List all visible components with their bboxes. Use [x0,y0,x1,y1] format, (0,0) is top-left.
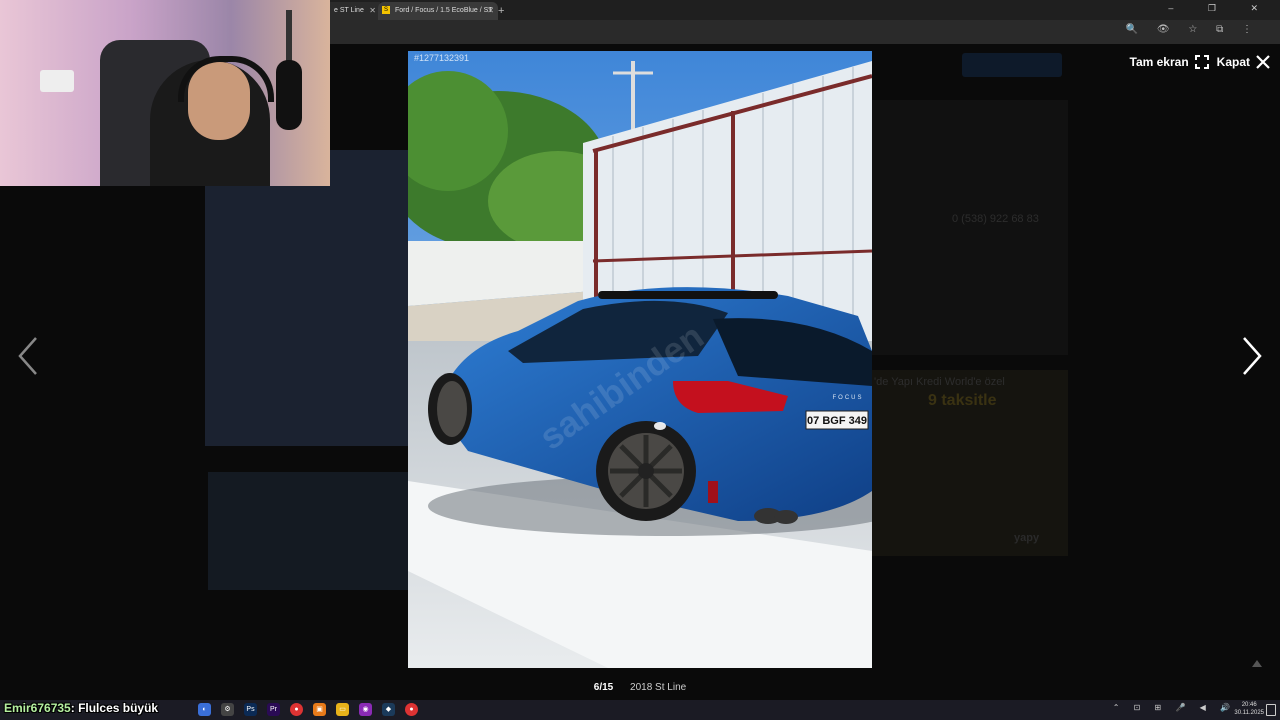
app-icon[interactable]: ▣ [313,703,326,716]
photoshop-icon[interactable]: Ps [244,703,257,716]
dimmed-ad-line: 'de Yapı Kredi World'e özel [874,376,1005,388]
viewer-top-actions: Tam ekran Kapat [1130,53,1270,71]
dimmed-phone-number: 0 (538) 922 68 83 [952,213,1039,225]
copilot-icon[interactable]: ◐ [198,703,211,716]
dimmed-seller-panel: 0 (538) 922 68 83 [872,100,1068,355]
stream-chat-message: Emir676735: Flulces büyük [4,701,158,715]
clock-date: 30.11.2025 [1234,710,1264,716]
browser-tab-active[interactable]: S Ford / Focus / 1.5 EcoBlue / ST ✕ [378,2,498,20]
taskbar-clock[interactable]: 20:46 30.11.2025 [1234,701,1264,717]
premiere-icon[interactable]: Pr [267,703,280,716]
browser-tab[interactable]: e ST Line ✕ [330,2,380,20]
dimmed-thumbnails [208,472,408,590]
chat-username: Emir676735 [4,701,71,715]
chevron-left-icon [18,337,37,375]
close-icon [1256,55,1270,69]
tab-label: e ST Line [334,7,364,14]
previous-photo-button[interactable] [14,336,44,376]
photo-counter: 6/15 [593,682,614,693]
photo-title: 2018 St Line [630,682,687,693]
chrome-active-icon[interactable]: ● [405,703,418,716]
fullscreen-label: Tam ekran [1129,55,1189,69]
photo-caption: 6/15 2018 St Line [0,682,1280,693]
new-tab-button[interactable]: + [498,2,504,20]
scroll-to-top-icon[interactable] [1252,660,1262,667]
mic-arm [286,10,292,66]
obs-icon[interactable]: ◉ [359,703,372,716]
clock-time: 20:46 [1241,702,1257,708]
dimmed-header-button [962,53,1062,77]
taskbar-apps: ◐ ⚙ Ps Pr ● ▣ ▭ ◉ ◆ ● [198,703,418,716]
close-tab-icon[interactable]: ✕ [487,2,494,20]
toolbar-icons[interactable]: 🔍 👁 ☆ ⧉ ⋮ [1126,24,1260,35]
tab-label: Ford / Focus / 1.5 EcoBlue / ST [394,7,493,14]
chat-text: : Flulces büyük [70,701,159,715]
window-controls[interactable]: – ❐ ✕ [1168,3,1274,14]
photo-id: #1277132391 [414,53,470,63]
system-tray-icons[interactable]: ⌃ ⊡ ⊞ 🎤 ◀ 🔊 [1113,703,1236,712]
gallery-photo[interactable]: 07 BGF 349 FOCUS sahibinden #1277132391 [408,51,872,668]
next-photo-button[interactable] [1236,336,1266,376]
dimmed-ad-headline: 9 taksitle [928,392,997,409]
settings-icon[interactable]: ⚙ [221,703,234,716]
dimmed-main-photo [205,150,410,446]
mouse-cursor [654,422,666,430]
close-tab-icon[interactable]: ✕ [369,2,376,20]
fullscreen-icon [1194,55,1209,69]
chrome-icon[interactable]: ● [290,703,303,716]
site-favicon-icon: S [382,6,390,15]
car-badge: FOCUS [833,395,864,401]
fullscreen-button[interactable]: Tam ekran [1130,55,1209,69]
streamer-webcam [0,0,330,186]
chevron-right-icon [1243,337,1262,375]
steam-icon[interactable]: ◆ [382,703,395,716]
webcam-shelf [40,70,74,92]
car-photo-illustration: 07 BGF 349 FOCUS sahibinden [408,51,872,668]
license-plate: 07 BGF 349 [807,415,867,427]
dimmed-advertisement: 'de Yapı Kredi World'e özel 9 taksitle y… [872,370,1068,556]
close-label: Kapat [1216,55,1250,69]
dimmed-ad-brand: yapy [1014,532,1040,544]
notification-icon[interactable] [1266,704,1276,716]
close-button[interactable]: Kapat [1217,55,1270,69]
file-explorer-icon[interactable]: ▭ [336,703,349,716]
windows-taskbar [0,700,1280,720]
microphone-icon [276,60,302,130]
